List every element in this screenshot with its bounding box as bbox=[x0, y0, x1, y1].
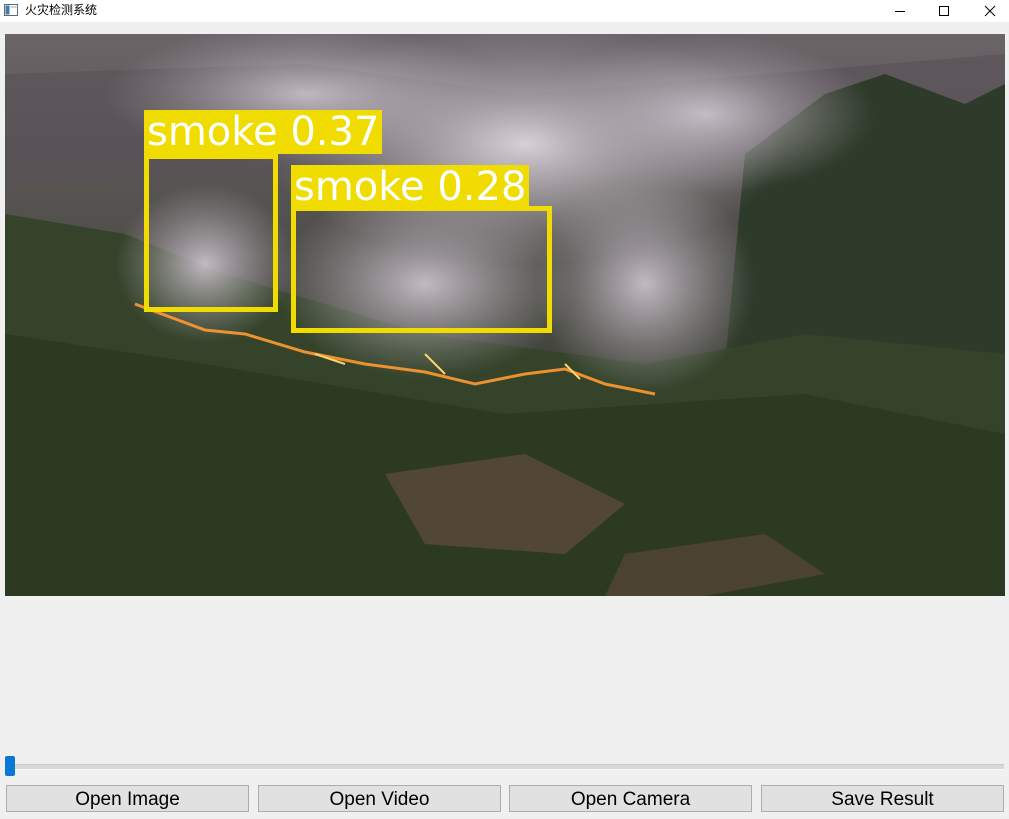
detection-box bbox=[144, 154, 278, 312]
close-button[interactable] bbox=[967, 0, 1009, 22]
maximize-button[interactable] bbox=[921, 0, 967, 22]
video-progress-slider[interactable] bbox=[5, 764, 1004, 770]
open-image-button[interactable]: Open Image bbox=[6, 785, 249, 812]
save-result-button[interactable]: Save Result bbox=[761, 785, 1004, 812]
detection-label: smoke 0.37 bbox=[144, 110, 383, 154]
close-icon bbox=[984, 5, 996, 17]
maximize-icon bbox=[939, 6, 949, 16]
minimize-button[interactable] bbox=[877, 0, 923, 22]
detection-label: smoke 0.28 bbox=[291, 165, 530, 209]
main-window: 火灾检测系统 smoke 0.37 smoke 0.28 Open Image … bbox=[0, 0, 1009, 819]
slider-handle[interactable] bbox=[5, 756, 15, 776]
open-video-button[interactable]: Open Video bbox=[258, 785, 501, 812]
detection-box bbox=[291, 206, 552, 333]
detection-image-view: smoke 0.37 smoke 0.28 bbox=[5, 34, 1005, 596]
open-camera-button[interactable]: Open Camera bbox=[509, 785, 752, 812]
minimize-icon bbox=[895, 11, 905, 12]
title-bar[interactable]: 火灾检测系统 bbox=[0, 0, 1009, 22]
app-window-icon bbox=[4, 4, 18, 16]
window-title: 火灾检测系统 bbox=[25, 3, 98, 17]
